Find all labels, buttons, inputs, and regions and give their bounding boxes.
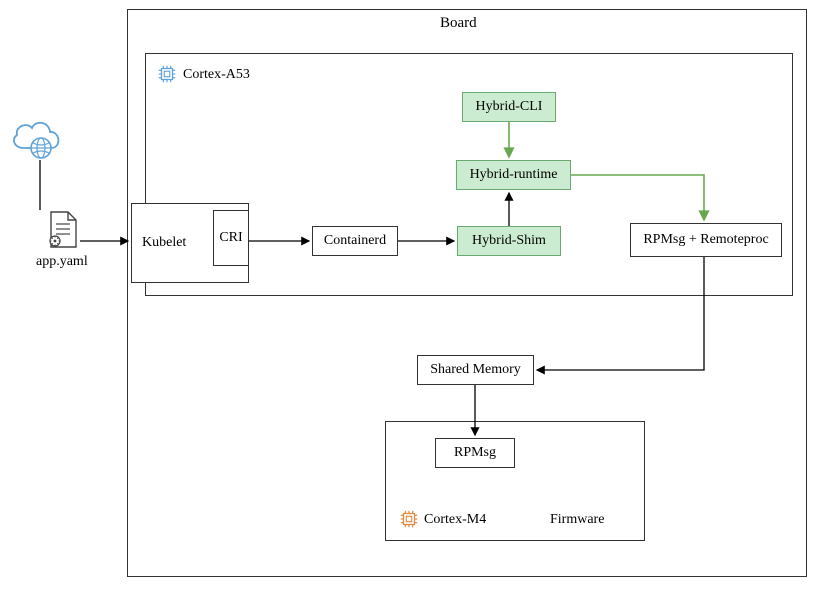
rpmsg-remoteproc-box: RPMsg + Remoteproc bbox=[630, 223, 782, 257]
cpu-chip-icon bbox=[156, 63, 178, 90]
containerd-label: Containerd bbox=[324, 233, 386, 249]
firmware-label: Firmware bbox=[550, 512, 604, 528]
hybrid-cli-label: Hybrid-CLI bbox=[476, 99, 543, 115]
shared-memory-box: Shared Memory bbox=[417, 355, 534, 385]
board-title: Board bbox=[440, 15, 477, 32]
cortex-a53-label: Cortex-A53 bbox=[183, 67, 250, 83]
cri-box: CRI bbox=[213, 210, 249, 266]
cloud-globe-icon bbox=[7, 114, 65, 167]
hybrid-runtime-label: Hybrid-runtime bbox=[470, 167, 558, 183]
app-yaml-label: app.yaml bbox=[36, 254, 88, 270]
hybrid-cli-box: Hybrid-CLI bbox=[462, 92, 556, 122]
hybrid-shim-label: Hybrid-Shim bbox=[472, 233, 546, 249]
yaml-file-icon bbox=[46, 210, 80, 255]
rpmsg-remoteproc-label: RPMsg + Remoteproc bbox=[643, 232, 768, 248]
shared-memory-label: Shared Memory bbox=[430, 362, 521, 378]
hybrid-shim-box: Hybrid-Shim bbox=[457, 226, 561, 256]
cri-label: CRI bbox=[219, 230, 242, 246]
rpmsg-box: RPMsg bbox=[435, 438, 515, 468]
hybrid-runtime-box: Hybrid-runtime bbox=[456, 160, 571, 190]
kubelet-label: Kubelet bbox=[142, 235, 186, 251]
cpu-chip-icon bbox=[398, 508, 420, 535]
rpmsg-label: RPMsg bbox=[454, 445, 496, 461]
containerd-box: Containerd bbox=[312, 226, 398, 256]
cortex-m4-label: Cortex-M4 bbox=[424, 512, 486, 528]
